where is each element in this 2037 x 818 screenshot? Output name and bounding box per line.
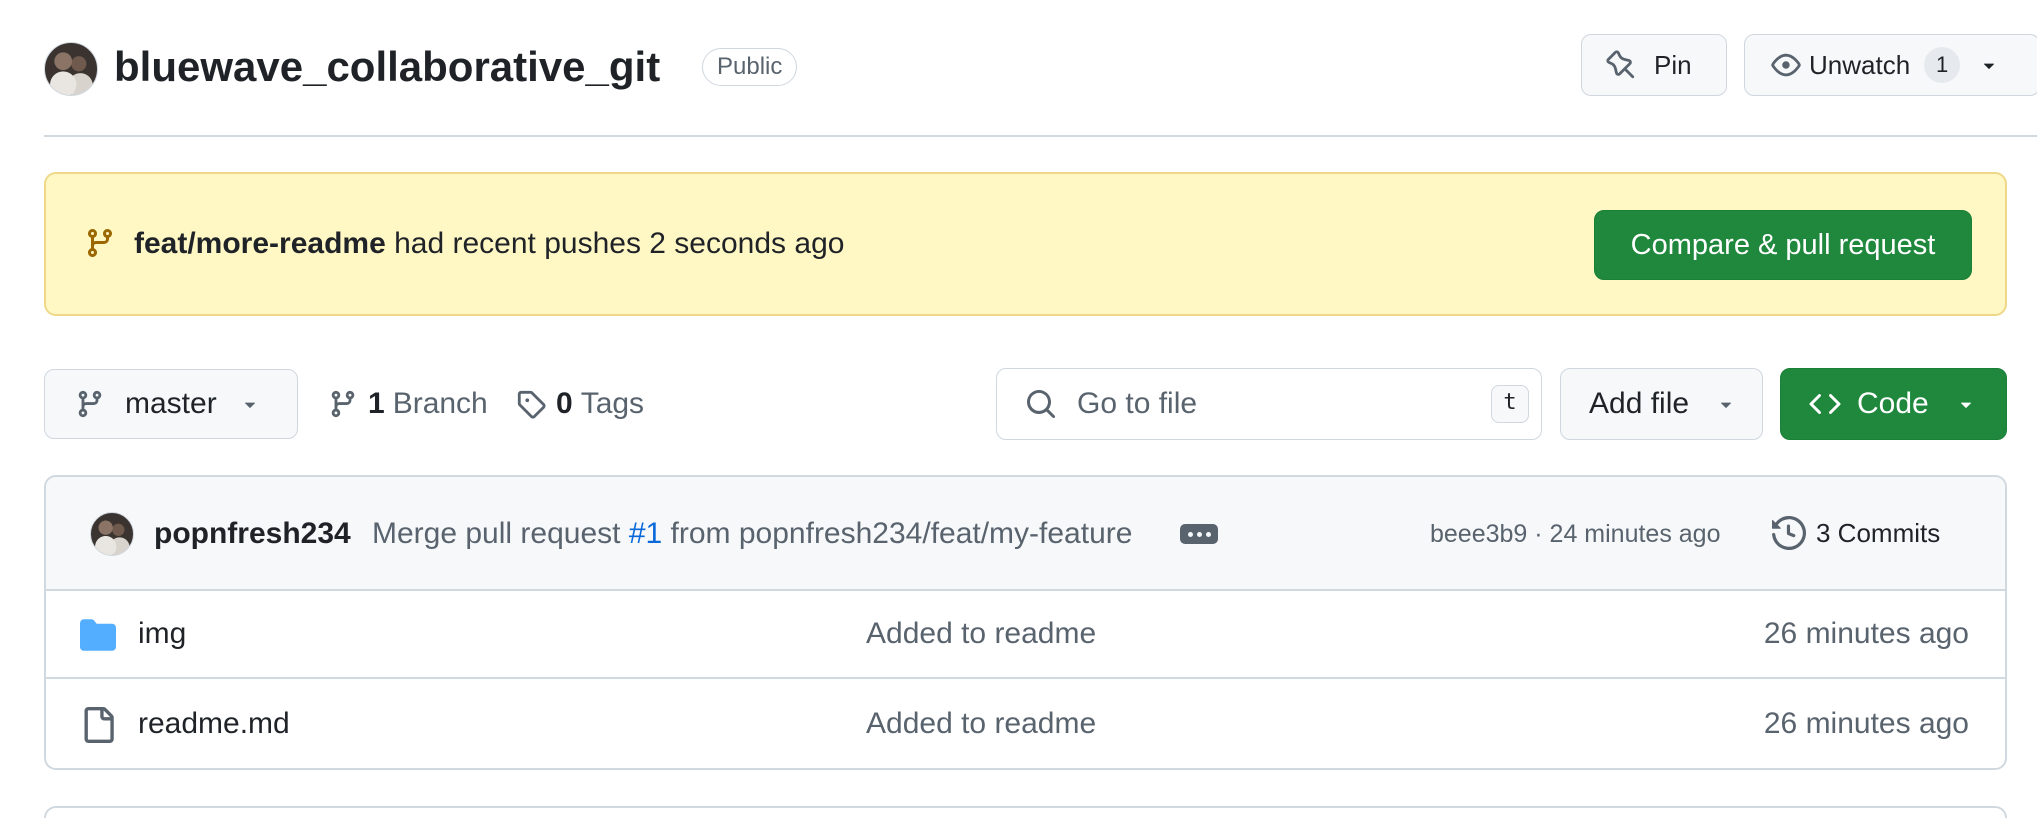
git-branch-icon bbox=[78, 390, 102, 418]
visibility-badge: Public bbox=[702, 48, 798, 86]
file-commit-message[interactable]: Added to readme bbox=[866, 615, 1096, 653]
add-file-label: Add file bbox=[1589, 387, 1690, 420]
shortcut-key: t bbox=[1491, 385, 1529, 423]
pushed-branch-name[interactable]: feat/more-readme bbox=[134, 227, 386, 260]
recent-push-text: had recent pushes 2 seconds ago bbox=[394, 227, 845, 260]
triangle-down-icon bbox=[244, 402, 255, 408]
latest-commit-row: popnfresh234 Merge pull request #1 from … bbox=[46, 477, 2005, 591]
file-commit-time: 26 minutes ago bbox=[1763, 707, 1969, 740]
branches-link[interactable]: 1 Branch bbox=[328, 385, 488, 423]
code-button[interactable]: Code bbox=[1780, 368, 2007, 440]
commit-message[interactable]: Merge pull request #1 from popnfresh234/… bbox=[372, 515, 1132, 553]
file-name[interactable]: readme.md bbox=[138, 705, 290, 743]
pin-button[interactable]: Pin bbox=[1581, 34, 1727, 96]
commit-message-prefix: Merge pull request bbox=[372, 517, 621, 550]
add-file-button[interactable]: Add file bbox=[1560, 368, 1763, 440]
branch-count: 1 bbox=[368, 387, 385, 420]
branch-word: Branch bbox=[392, 387, 488, 420]
repository-page: bluewave_collaborative_git Public Pin Un… bbox=[0, 0, 2037, 818]
triangle-down-icon bbox=[1721, 402, 1732, 408]
commit-message-suffix: from popnfresh234/feat/my-feature bbox=[670, 517, 1133, 550]
file-name[interactable]: img bbox=[138, 615, 186, 653]
code-icon bbox=[1809, 393, 1841, 415]
header-divider bbox=[44, 135, 2037, 137]
git-branch-icon bbox=[87, 229, 112, 258]
current-branch-label: master bbox=[125, 387, 217, 420]
branch-selector[interactable]: master bbox=[44, 369, 298, 439]
pin-icon bbox=[1606, 50, 1635, 79]
expand-commit-message-button[interactable] bbox=[1180, 524, 1218, 544]
watch-count: 1 bbox=[1924, 47, 1961, 83]
go-to-file-placeholder: Go to file bbox=[1077, 387, 1198, 420]
go-to-file-input[interactable]: Go to file t bbox=[996, 368, 1542, 440]
file-row[interactable]: readme.md Added to readme 26 minutes ago bbox=[46, 681, 2005, 768]
code-label: Code bbox=[1857, 387, 1929, 420]
commit-author[interactable]: popnfresh234 bbox=[154, 515, 351, 553]
tag-icon bbox=[517, 390, 546, 419]
eye-icon bbox=[1771, 53, 1801, 77]
triangle-down-icon bbox=[1960, 402, 1971, 408]
pin-label: Pin bbox=[1654, 49, 1692, 80]
file-commit-time: 26 minutes ago bbox=[1763, 617, 1969, 650]
recent-push-message: feat/more-readme had recent pushes 2 sec… bbox=[134, 224, 844, 264]
commits-count: 3 Commits bbox=[1816, 518, 1941, 548]
file-row[interactable]: img Added to readme 26 minutes ago bbox=[46, 591, 2005, 679]
commit-hash-time[interactable]: beee3b9 · 24 minutes ago bbox=[1430, 517, 1721, 551]
history-icon bbox=[1772, 516, 1806, 550]
tag-count: 0 bbox=[556, 387, 573, 420]
tags-link[interactable]: 0 Tags bbox=[516, 385, 644, 423]
compare-pull-request-button[interactable]: Compare & pull request bbox=[1594, 210, 1972, 280]
unwatch-label: Unwatch bbox=[1809, 49, 1911, 80]
repo-header: bluewave_collaborative_git Public Pin Un… bbox=[44, 34, 2037, 134]
triangle-down-icon[interactable] bbox=[1978, 54, 2000, 76]
repo-title[interactable]: bluewave_collaborative_git bbox=[114, 38, 660, 96]
folder-icon bbox=[80, 619, 116, 651]
search-icon bbox=[1027, 390, 1056, 419]
pull-request-link[interactable]: #1 bbox=[629, 517, 662, 550]
owner-avatar[interactable] bbox=[44, 42, 98, 96]
git-branch-icon bbox=[331, 390, 355, 418]
file-table: popnfresh234 Merge pull request #1 from … bbox=[44, 475, 2007, 770]
recent-push-banner: feat/more-readme had recent pushes 2 sec… bbox=[44, 172, 2007, 316]
file-commit-message[interactable]: Added to readme bbox=[866, 705, 1096, 743]
commits-history-link[interactable]: 3 Commits bbox=[1772, 511, 1940, 555]
file-icon bbox=[84, 707, 114, 743]
commit-author-avatar[interactable] bbox=[90, 512, 134, 556]
unwatch-button[interactable]: Unwatch 1 bbox=[1744, 34, 2037, 96]
readme-panel-edge bbox=[44, 806, 2007, 818]
tags-word: Tags bbox=[580, 387, 645, 420]
